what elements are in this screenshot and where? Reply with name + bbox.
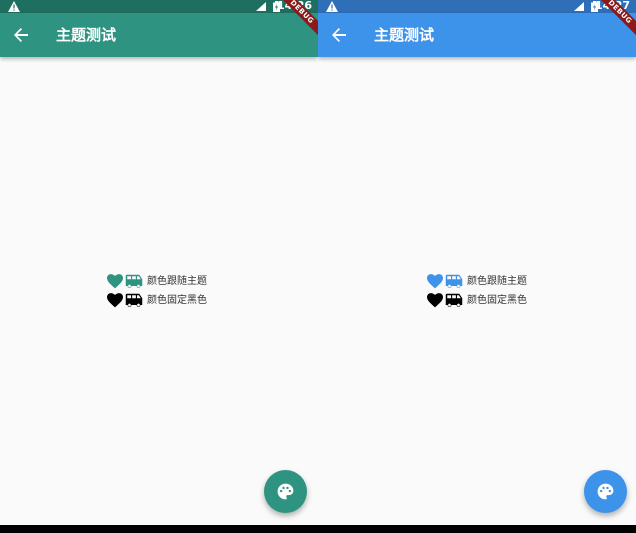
bus-icon [125, 293, 143, 307]
status-time: 14:26 [276, 0, 312, 12]
palette-icon [277, 483, 294, 500]
page-title: 主题测试 [56, 26, 117, 44]
theme-palette-fab[interactable] [264, 470, 307, 513]
phone-screen-right: 14:27 主题测试 DEBUG 颜色跟随主题 颜色固定黑色 [318, 0, 636, 525]
phone-screen-left: 14:26 主题测试 DEBUG 颜色跟随主题 颜色固定黑色 [0, 0, 318, 525]
status-bar: 14:27 [318, 0, 636, 13]
signal-icon [574, 2, 584, 11]
page-title: 主题测试 [374, 26, 435, 44]
heart-icon [427, 274, 443, 289]
bus-icon [445, 293, 463, 307]
heart-icon [107, 293, 123, 308]
bottom-navigation-strip [0, 525, 636, 533]
row-label: 颜色固定黑色 [467, 295, 527, 306]
bus-icon [125, 274, 143, 288]
signal-icon [256, 2, 266, 11]
status-time: 14:27 [594, 0, 630, 12]
heart-icon [107, 274, 123, 289]
warning-icon [8, 1, 20, 12]
palette-icon [597, 483, 614, 500]
row-label: 颜色跟随主题 [147, 276, 207, 287]
warning-icon [326, 1, 338, 12]
heart-icon [427, 293, 443, 308]
arrow-back-icon[interactable] [12, 26, 30, 44]
row-label: 颜色固定黑色 [147, 295, 207, 306]
row-label: 颜色跟随主题 [467, 276, 527, 287]
bus-icon [445, 274, 463, 288]
status-bar: 14:26 [0, 0, 318, 13]
arrow-back-icon[interactable] [330, 26, 348, 44]
app-bar: 主题测试 [318, 13, 636, 57]
theme-palette-fab[interactable] [584, 470, 627, 513]
app-bar: 主题测试 [0, 13, 318, 57]
